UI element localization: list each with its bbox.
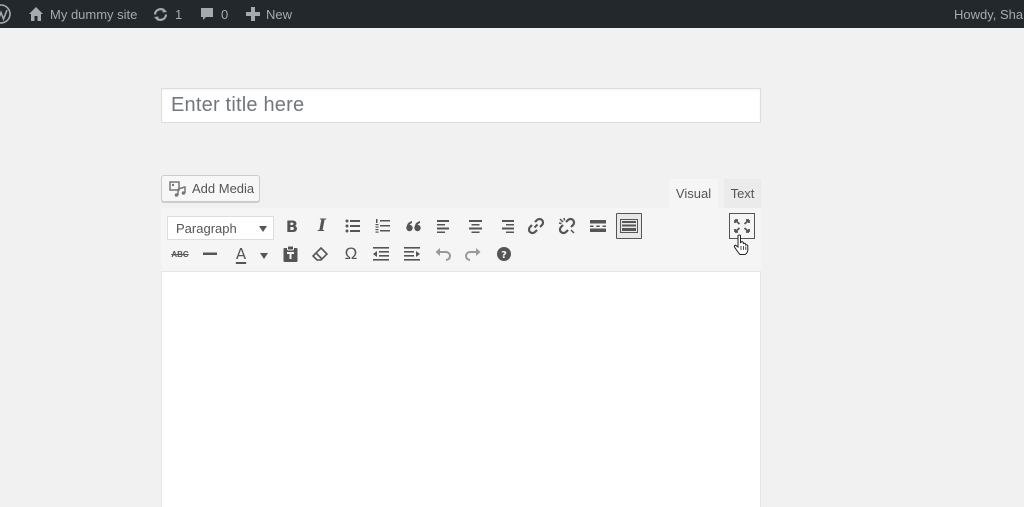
clipboard-icon xyxy=(283,246,297,262)
fullscreen-icon xyxy=(734,219,750,233)
redo-button[interactable] xyxy=(460,241,486,267)
clear-formatting-button[interactable] xyxy=(307,241,333,267)
align-left-button[interactable] xyxy=(431,213,457,239)
tab-text[interactable]: Text xyxy=(724,179,761,208)
italic-icon: I xyxy=(318,216,326,236)
undo-button[interactable] xyxy=(430,241,456,267)
read-more-button[interactable] xyxy=(585,213,611,239)
add-media-button[interactable]: Add Media xyxy=(161,175,260,202)
add-media-label: Add Media xyxy=(192,181,255,196)
increase-indent-button[interactable] xyxy=(399,241,425,267)
read-more-icon xyxy=(590,220,606,232)
remove-link-button[interactable] xyxy=(554,213,580,239)
italic-button[interactable]: I xyxy=(309,213,335,239)
keyboard-icon xyxy=(620,219,638,233)
horizontal-line-button[interactable] xyxy=(197,241,223,267)
bold-button[interactable]: B xyxy=(279,213,305,239)
editor-content-area[interactable] xyxy=(161,272,761,507)
blockquote-button[interactable] xyxy=(401,213,427,239)
help-icon: ? xyxy=(497,247,511,261)
numbered-list-icon xyxy=(375,219,390,233)
format-select-value: Paragraph xyxy=(176,220,237,236)
toolbar-row-2: ABC A Ω ? xyxy=(161,239,761,269)
hand-pointer-cursor-icon xyxy=(733,234,749,255)
redo-icon xyxy=(465,248,481,261)
title-placeholder: Enter title here xyxy=(171,94,305,116)
new-content-menu[interactable]: New xyxy=(246,0,292,28)
wordpress-logo-icon xyxy=(0,4,11,24)
undo-icon xyxy=(435,248,451,261)
special-character-button[interactable]: Ω xyxy=(338,241,364,267)
link-icon xyxy=(527,217,545,235)
updates-count: 1 xyxy=(175,6,183,22)
text-color-icon: A xyxy=(235,245,247,263)
post-title-input[interactable]: Enter title here xyxy=(161,88,761,123)
toolbar-row-1: Paragraph B I xyxy=(161,211,761,241)
site-name-menu[interactable]: My dummy site xyxy=(28,0,137,28)
add-media-icon xyxy=(169,180,186,197)
wordpress-logo-menu[interactable] xyxy=(0,0,12,28)
blockquote-icon xyxy=(406,221,421,232)
align-center-icon xyxy=(468,219,482,233)
my-account-menu[interactable]: Howdy, Sha xyxy=(954,0,1024,28)
text-color-chevron-down-icon[interactable] xyxy=(260,253,268,259)
comments-count: 0 xyxy=(221,6,229,22)
numbered-list-button[interactable] xyxy=(370,213,396,239)
insert-link-button[interactable] xyxy=(523,213,549,239)
text-color-button[interactable]: A xyxy=(228,241,254,267)
strikethrough-button[interactable]: ABC xyxy=(167,241,193,267)
align-right-icon xyxy=(501,219,514,233)
eraser-icon xyxy=(312,247,328,261)
outdent-icon xyxy=(373,247,389,261)
strikethrough-icon: ABC xyxy=(171,249,189,259)
admin-bar: My dummy site 1 0 New Howdy, Sha xyxy=(0,0,1024,28)
comments-icon xyxy=(201,8,213,20)
plus-icon xyxy=(246,7,260,21)
home-icon xyxy=(29,7,43,21)
toolbar-toggle-button[interactable] xyxy=(616,213,642,239)
comments-menu[interactable]: 0 xyxy=(199,0,228,28)
paste-as-text-button[interactable] xyxy=(277,241,303,267)
align-left-icon xyxy=(436,219,449,233)
help-glyph: ? xyxy=(501,250,507,261)
align-center-button[interactable] xyxy=(462,213,488,239)
new-label: New xyxy=(266,6,293,22)
horizontal-line-icon xyxy=(203,252,217,255)
chevron-down-icon xyxy=(259,226,267,232)
decrease-indent-button[interactable] xyxy=(368,241,394,267)
indent-icon xyxy=(404,247,420,261)
omega-icon: Ω xyxy=(344,244,358,263)
editor-toolbar: Paragraph B I ABC A Ω ? xyxy=(161,208,761,272)
tab-visual[interactable]: Visual xyxy=(669,179,718,208)
updates-icon xyxy=(153,7,168,21)
unlink-icon xyxy=(558,217,576,235)
format-select[interactable]: Paragraph xyxy=(167,216,274,240)
keyboard-shortcuts-button[interactable]: ? xyxy=(491,241,517,267)
bullet-list-icon xyxy=(345,219,360,233)
align-right-button[interactable] xyxy=(493,213,519,239)
site-name: My dummy site xyxy=(50,6,138,22)
howdy-text: Howdy, Sha xyxy=(954,6,1024,22)
bold-icon: B xyxy=(285,216,299,236)
bullet-list-button[interactable] xyxy=(340,213,366,239)
updates-menu[interactable]: 1 xyxy=(152,0,182,28)
